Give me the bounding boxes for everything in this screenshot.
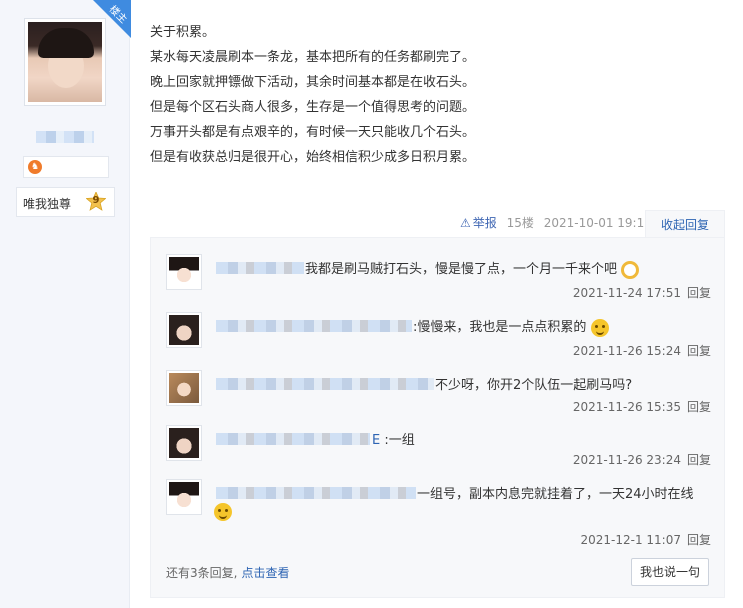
post-line: 某水每天凌晨刷本一条龙，基本把所有的任务都刷完了。 xyxy=(150,50,476,65)
ring-emoji-icon xyxy=(621,260,640,279)
reply-link[interactable]: 回复 xyxy=(687,400,711,414)
view-more-link[interactable]: 点击查看 xyxy=(241,566,289,580)
reply-username-blurred[interactable] xyxy=(216,433,370,445)
reply-text: 不少呀，你开2个队伍一起刷马吗? xyxy=(435,378,633,393)
reply-link[interactable]: 回复 xyxy=(687,344,711,358)
reply-avatar[interactable] xyxy=(166,370,202,406)
reply-username-blurred[interactable] xyxy=(216,487,416,499)
reply-time: 2021-11-24 17:51 xyxy=(572,286,681,300)
reply-time: 2021-11-26 15:24 xyxy=(572,344,681,358)
reply-footer: 2021-12-1 11:07 回复 xyxy=(580,531,711,548)
author-sidebar: ♞ 唯我独尊 9 xyxy=(0,0,130,608)
collapse-replies-button[interactable]: 收起回复 xyxy=(645,210,725,238)
smile-emoji-icon xyxy=(590,318,609,337)
reply-time: 2021-11-26 23:24 xyxy=(572,453,681,467)
op-ribbon: 楼主 xyxy=(93,0,131,38)
post-content: 关于积累。 某水每天凌晨刷本一条龙，基本把所有的任务都刷完了。 晚上回家就押镖做… xyxy=(150,20,710,170)
author-title: 唯我独尊 xyxy=(23,197,72,211)
reply-username-blurred[interactable] xyxy=(216,262,304,274)
more-replies: 还有3条回复, 点击查看 xyxy=(166,566,290,580)
level-badge[interactable]: ♞ xyxy=(23,156,109,178)
reply-text: E :一组 xyxy=(372,433,415,448)
reply-link[interactable]: 回复 xyxy=(687,533,711,547)
reply-footer: 2021-11-26 23:24 回复 xyxy=(573,451,711,468)
badge-level: 9 xyxy=(92,195,100,206)
post-line: 晚上回家就押镖做下活动，其余时间基本都是在收石头。 xyxy=(150,75,476,90)
reply-footer: 2021-11-26 15:24 回复 xyxy=(573,342,711,359)
reply-button[interactable]: 我也说一句 xyxy=(631,558,709,586)
reply-link[interactable]: 回复 xyxy=(687,286,711,300)
reply-avatar[interactable] xyxy=(166,254,202,290)
reply-footer: 2021-11-24 17:51 回复 xyxy=(573,284,711,301)
reply-time: 2021-12-1 11:07 xyxy=(580,533,681,547)
post-meta: ⚠ 举报 15楼 2021-10-01 19:15 xyxy=(460,214,652,231)
warning-icon: ⚠ xyxy=(460,216,471,230)
reply-time: 2021-11-26 15:35 xyxy=(572,400,681,414)
reply-text: :慢慢来，我也是一点点积累的 xyxy=(413,316,609,337)
reply-text: 一组号，副本内息完就挂着了，一天24小时在线 xyxy=(417,487,694,502)
floor-number: 15楼 xyxy=(506,216,534,230)
star-badge-icon: 9 xyxy=(85,190,107,212)
reply-panel: 我都是刷马贼打石头，慢是慢了点，一个月一千来个吧 2021-11-24 17:5… xyxy=(150,237,725,598)
reply-text: 我都是刷马贼打石头，慢是慢了点，一个月一千来个吧 xyxy=(305,258,640,279)
reply-username-blurred[interactable] xyxy=(216,320,412,332)
mention-link[interactable]: E xyxy=(372,433,380,448)
op-ribbon-label: 楼主 xyxy=(106,3,129,26)
reply-emoji-row xyxy=(214,503,232,521)
level-icon: ♞ xyxy=(28,160,42,174)
post-line: 万事开头都是有点艰辛的，有时候一天只能收几个石头。 xyxy=(150,125,476,140)
post-line: 关于积累。 xyxy=(150,25,216,40)
reply-link[interactable]: 回复 xyxy=(687,453,711,467)
author-title-box: 唯我独尊 9 xyxy=(16,187,115,217)
wink-emoji-icon xyxy=(214,503,232,521)
post-time: 2021-10-01 19:15 xyxy=(543,216,652,230)
reply-avatar[interactable] xyxy=(166,312,202,348)
reply-avatar[interactable] xyxy=(166,425,202,461)
reply-footer: 2021-11-26 15:35 回复 xyxy=(573,398,711,415)
post-line: 但是每个区石头商人很多，生存是一个值得思考的问题。 xyxy=(150,100,476,115)
report-link[interactable]: 举报 xyxy=(473,216,497,230)
post-line: 但是有收获总归是很开心，始终相信积少成多日积月累。 xyxy=(150,150,476,165)
reply-avatar[interactable] xyxy=(166,479,202,515)
author-name-blurred[interactable] xyxy=(36,131,94,143)
reply-username-blurred[interactable] xyxy=(216,378,434,390)
